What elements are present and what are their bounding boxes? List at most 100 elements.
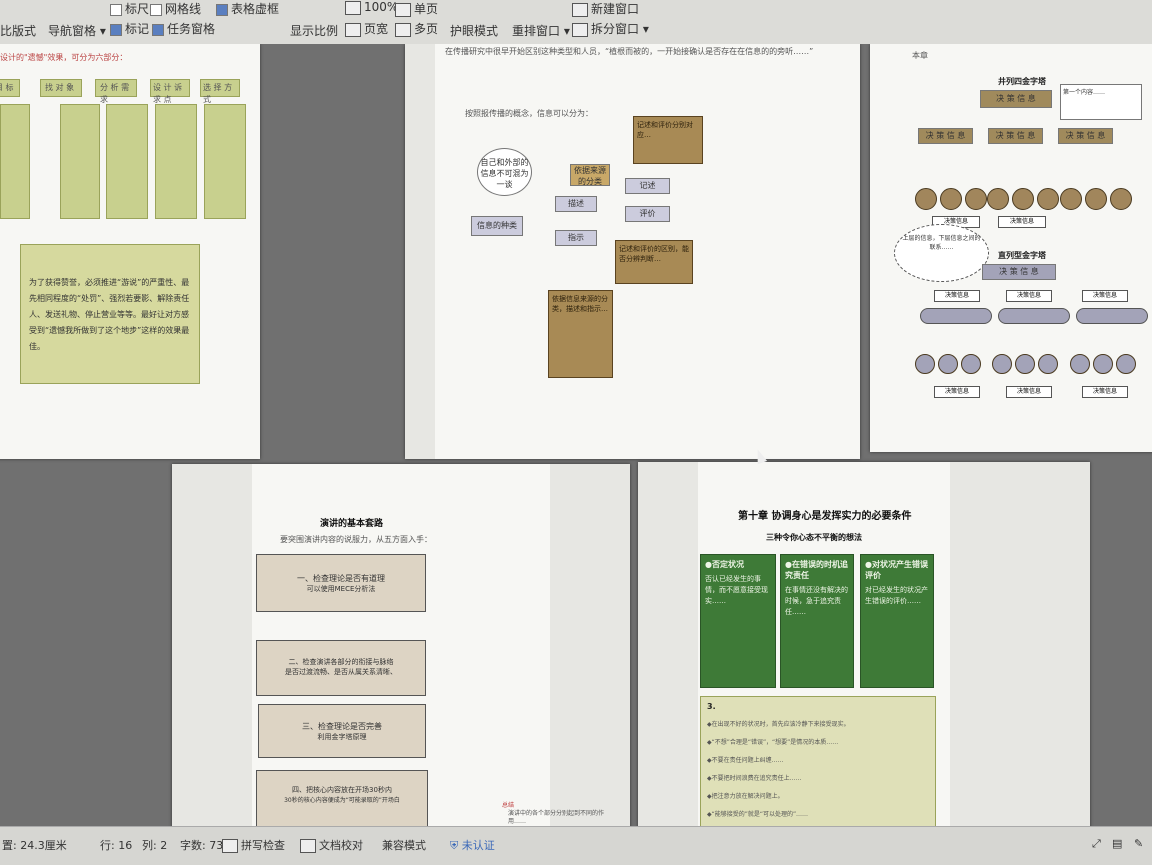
pyramid2-pill [1076,308,1148,324]
pyramid2-row3-label: 决策信息 [1082,290,1128,302]
step-box: 三、检查理论是否完善 利用金字塔原理 [258,704,426,758]
display-ratio-button[interactable]: 显示比例 [290,22,338,39]
shield-icon: ⛨ [450,839,459,852]
node-label: 决策信息 [1016,388,1041,395]
pyramid-root-2: 决 策 信 息 [982,264,1056,280]
edit-mode-icon[interactable]: ✎ [1134,837,1143,850]
page-3: 本章 井列四金字塔 决 策 信 息 第一个内容…… 决 策 信 息 决 策 信 … [870,44,1152,452]
pyramid-level2: 决 策 信 息 [988,128,1043,144]
flow-column [106,104,148,219]
step-detail: 可以使用MECE分析法 [306,585,376,593]
dashed-note: 上层的信息，下层信息之间的联系…… [894,224,989,282]
state-box: ●对状况产生错误评价 对已经发生的状况产生错误的评价…… [860,554,934,688]
step-box: 四、把核心内容放在开场30秒内 30秒的核心内容便成为“可能录取的”开场白 [256,770,428,826]
read-mode-icon[interactable]: ▤ [1112,837,1122,850]
page-2-paragraph-2: 按照报传播的概念，信息可以分为： [465,109,593,118]
fullscreen-icon[interactable]: ⤢ [1092,837,1101,851]
page-margin [405,44,435,459]
page-width-button[interactable]: 页宽 [345,20,388,37]
ruler-checkbox[interactable]: 标尺 [110,0,149,17]
proofread-icon [300,839,316,853]
markup-checkbox[interactable]: 标记 [110,20,149,37]
gridlines-checkbox[interactable]: 网格线 [150,0,201,17]
table-borders-checkbox[interactable]: 表格虚框 [216,0,279,17]
flow-column [60,104,100,219]
nav-pane-dropdown[interactable]: 导航窗格 ▾ [48,22,106,39]
pyramid2-row3-label: 决策信息 [1006,290,1052,302]
pyramid2-leaf [992,354,1012,374]
step-title: 一、检查理论是否有道理 [297,574,385,583]
single-page-icon [395,2,411,17]
flow-head-label: 找 对 象 [45,83,75,92]
page-2-paragraph: 在传播研究中很早开始区别这种类型和人员，“植根而被的，一开始接确认是否存在在信息… [445,47,814,56]
rearrange-window-dropdown[interactable]: 重排窗口 ▾ [512,22,570,39]
flow-column [0,104,30,219]
pyramid-level2: 决 策 信 息 [918,128,973,144]
pyramid-leaf [987,188,1009,210]
quote-text: 为了获得赞誉，必须推进“游说”的严重性、最先相同程度的“处罚”、强烈若要影、解除… [29,278,190,351]
node-label: 决 策 信 息 [995,131,1036,140]
new-window-button[interactable]: 新建窗口 [572,0,639,17]
split-window-dropdown[interactable]: 拆分窗口 ▾ [572,20,649,37]
web-layout-button[interactable]: 比版式 [0,22,36,39]
node-label: 决 策 信 息 [999,267,1039,276]
pyramid-callout: 第一个内容…… [1060,84,1142,120]
checkbox-checked-icon [216,3,228,16]
page-5: 第十章 协调身心是发挥实力的必要条件 三种令你心态不平衡的想法 ●否定状况 否认… [638,462,1090,826]
step-box: 二、检查演讲各部分的衔接与脉络 是否过渡流畅、是否从属关系清晰、 [256,640,426,696]
side-text: 演讲中的各个部分分别起到不同的作用…… [508,810,605,825]
node-label: 决策信息 [1009,218,1034,225]
ribbon-toolbar: 比版式 导航窗格 ▾ 标尺 网格线 表格虚框 标记 任务窗格 显示比例 100%… [0,0,1152,45]
multi-page-button[interactable]: 多页 [395,20,438,37]
checkbox-checked-icon [152,23,164,36]
callout-top: 记述和评价分别对应… [633,116,703,164]
state-box-text: 对已经发生的状况产生错误的评价…… [865,586,928,605]
node-label: 决策信息 [1092,388,1117,395]
summary-line: ◆“能够接受的”就是“可以处理的”…… [707,811,809,818]
task-pane-checkbox[interactable]: 任务窗格 [152,20,215,37]
note-text: 上层的信息，下层信息之间的联系…… [902,235,981,251]
flow-head: 选 择 方 式 [200,79,240,104]
summary-line: ◆不要在责任问题上纠缠…… [707,757,784,764]
summary-line: ◆“不想”合理是“错误”，“想要”是情况的本质…… [707,739,839,746]
state-box: ●在错误的时机追究责任 在事情还没有解决的时候，急于追究责任…… [780,554,854,688]
eye-mode-button[interactable]: 护眼模式 [450,22,498,39]
proofread-button[interactable]: 文档校对 [300,837,363,853]
step-detail: 是否过渡流畅、是否从属关系清晰、 [285,668,397,676]
page-1: 设计的"遗憾"效果，可分为六部分： 目 标 找 对 象 分 析 需 求 设 计 … [0,44,260,459]
spell-check-icon [222,839,238,853]
flow-head-label: 目 标 [0,83,14,92]
flow-head: 找 对 象 [40,79,82,97]
page-margin [638,462,698,826]
node-label: 指示 [568,233,584,242]
callout-right: 记述和评价的区别，能否分辨判断… [615,240,693,284]
multi-page-icon [395,22,411,37]
flow-head-label: 选 择 方 式 [203,83,233,104]
page-3-top-note: 本章 [912,51,928,60]
node-label: 决策信息 [944,292,969,299]
state-box-heading: ●在错误的时机追究责任 [785,560,848,580]
cloud-text: 自己和外部的信息不可混为一谈 [480,158,529,189]
zoom-100-button[interactable]: 100% [345,0,398,15]
spell-check-button[interactable]: 拼写检查 [222,837,285,853]
node-describe: 描述 [555,196,597,212]
page-4-subtitle: 要突围演讲内容的说服力，从五方面入手： [280,535,432,544]
node-record: 记述 [625,178,670,194]
chapter-subtitle: 三种令你心态不平衡的想法 [766,532,862,542]
certification-status[interactable]: ⛨ 未认证 [450,837,495,853]
pyramid2-leaf [938,354,958,374]
status-position: 置: 24.3厘米 [2,839,67,852]
document-view[interactable]: 设计的"遗憾"效果，可分为六部分： 目 标 找 对 象 分 析 需 求 设 计 … [0,44,1152,826]
node-label: 记述 [639,181,656,190]
flow-column [204,104,246,219]
single-page-button[interactable]: 单页 [395,0,438,17]
quote-box: 为了获得赞誉，必须推进“游说”的严重性、最先相同程度的“处罚”、强烈若要影、解除… [20,244,200,384]
pyramid-leaf-label: 决策信息 [998,216,1046,228]
summary-heading: 3. [707,702,716,711]
callout-text: 第一个内容…… [1063,89,1106,96]
node-label: 评价 [639,209,656,218]
pyramid2-leaf [915,354,935,374]
flow-head: 目 标 [0,79,20,97]
node-label: 决策信息 [1016,292,1041,299]
compat-mode-label: 兼容模式 [382,839,426,852]
